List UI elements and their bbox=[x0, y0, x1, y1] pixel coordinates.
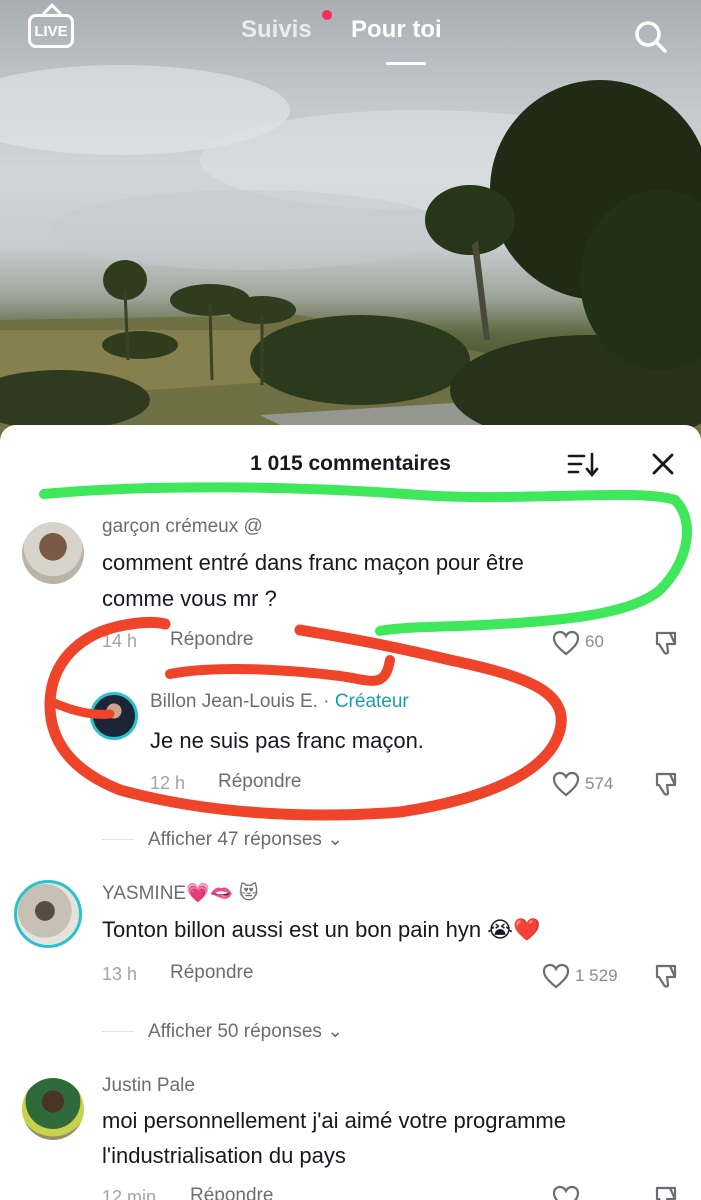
like-count: 574 bbox=[585, 774, 614, 793]
like-count: 1 529 bbox=[575, 966, 618, 985]
comment-text: l'industrialisation du pays bbox=[102, 1143, 346, 1168]
comment-text: Tonton billon aussi est un bon pain hyn … bbox=[102, 917, 541, 942]
heart-icon[interactable] bbox=[552, 771, 580, 797]
dislike-icon[interactable] bbox=[652, 630, 680, 656]
heart-icon[interactable] bbox=[552, 630, 580, 656]
divider bbox=[102, 839, 134, 840]
comment-time: 14 h bbox=[102, 631, 138, 651]
comment-username[interactable]: Billon Jean-Louis E. · Créateur bbox=[150, 691, 409, 713]
chevron-down-icon: ⌄ bbox=[327, 829, 344, 850]
creator-name: Billon Jean-Louis E. · bbox=[150, 691, 335, 712]
avatar[interactable] bbox=[14, 880, 82, 948]
reply-button[interactable]: Répondre bbox=[170, 629, 253, 651]
tab-for-you[interactable]: Pour toi bbox=[351, 16, 442, 44]
dislike-icon[interactable] bbox=[652, 771, 680, 797]
like-count: 60 bbox=[585, 632, 604, 651]
avatar[interactable] bbox=[22, 522, 84, 584]
comments-sheet: 1 015 commentaires garçon crémeux @ comm… bbox=[0, 425, 701, 1200]
reply-button[interactable]: Répondre bbox=[218, 771, 301, 793]
comment-time: 12 min bbox=[102, 1187, 157, 1200]
heart-icon[interactable] bbox=[542, 963, 570, 989]
avatar[interactable] bbox=[22, 1078, 84, 1140]
view-replies-label: Afficher 47 réponses bbox=[148, 829, 322, 850]
comment-text: moi personnellement j'ai aimé votre prog… bbox=[102, 1108, 566, 1133]
comment-username[interactable]: YASMINE💗🫦 😻 bbox=[102, 881, 259, 905]
chevron-down-icon: ⌄ bbox=[327, 1021, 344, 1042]
top-navigation: LIVE Suivis Pour toi bbox=[0, 0, 701, 80]
notification-dot bbox=[322, 10, 332, 20]
active-tab-indicator bbox=[386, 62, 426, 65]
search-icon[interactable] bbox=[632, 18, 668, 54]
heart-icon[interactable] bbox=[552, 1185, 580, 1200]
creator-badge: Créateur bbox=[334, 691, 409, 712]
reply-button[interactable]: Répondre bbox=[170, 962, 253, 984]
view-replies-button[interactable]: Afficher 47 réponses ⌄ bbox=[148, 828, 343, 851]
dislike-icon[interactable] bbox=[652, 1185, 680, 1200]
reply-button[interactable]: Répondre bbox=[190, 1185, 273, 1200]
comment-time: 13 h bbox=[102, 964, 138, 984]
live-label: LIVE bbox=[34, 23, 68, 40]
view-replies-button[interactable]: Afficher 50 réponses ⌄ bbox=[148, 1020, 343, 1043]
creator-avatar[interactable] bbox=[90, 692, 138, 740]
view-replies-label: Afficher 50 réponses bbox=[148, 1021, 322, 1042]
divider bbox=[102, 1031, 134, 1032]
comment-text: Je ne suis pas franc maçon. bbox=[150, 728, 424, 753]
dislike-icon[interactable] bbox=[652, 963, 680, 989]
comment-username[interactable]: Justin Pale bbox=[102, 1075, 195, 1097]
tab-following[interactable]: Suivis bbox=[241, 16, 312, 44]
comment-text: comme vous mr ? bbox=[102, 586, 277, 611]
live-button[interactable]: LIVE bbox=[28, 14, 74, 48]
sort-icon[interactable] bbox=[566, 451, 600, 479]
comment-time: 12 h bbox=[150, 773, 186, 793]
close-icon[interactable] bbox=[648, 449, 678, 479]
comment-text: comment entré dans franc maçon pour être bbox=[102, 550, 524, 575]
comment-username[interactable]: garçon crémeux @ bbox=[102, 516, 263, 538]
video-background[interactable]: LIVE Suivis Pour toi bbox=[0, 0, 701, 450]
